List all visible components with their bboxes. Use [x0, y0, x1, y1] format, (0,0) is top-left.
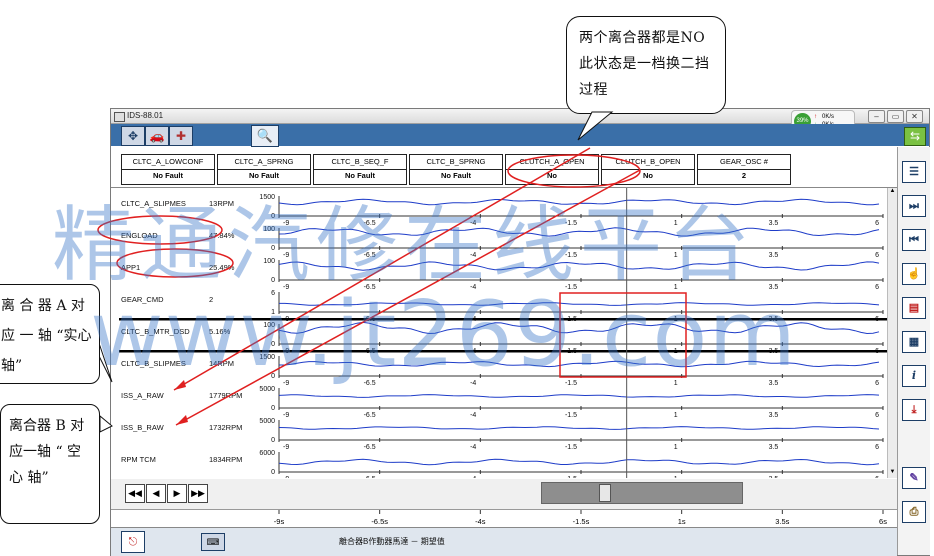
watermark-url: www.jt269.com	[90, 282, 798, 387]
arrowhead-iss-b	[176, 415, 188, 425]
watermark-title: 精通汽修在线平台	[52, 198, 757, 293]
